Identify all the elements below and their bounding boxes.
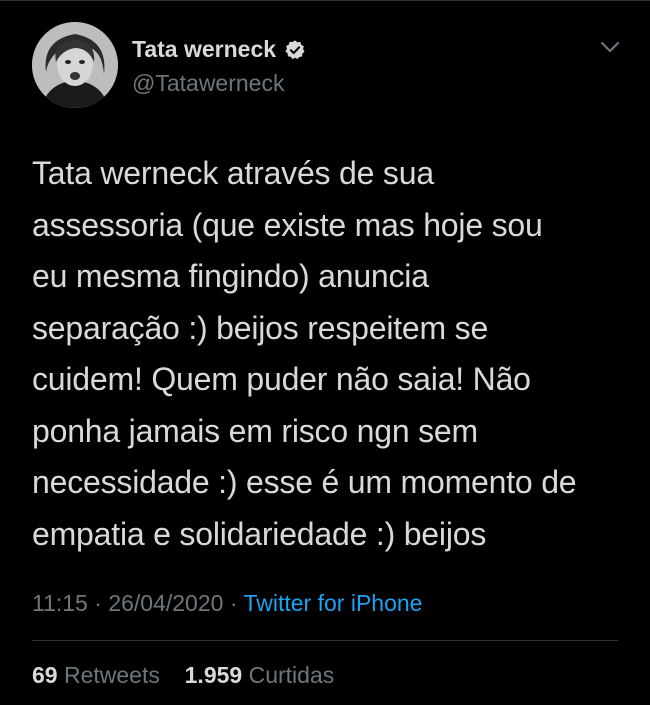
retweets-count: 69: [32, 662, 58, 688]
likes-count: 1.959: [184, 662, 243, 688]
tweet-source-link[interactable]: Twitter for iPhone: [243, 590, 422, 616]
meta-separator: ·: [229, 590, 238, 616]
tweet-text-line: eu mesma fingindo) anuncia: [32, 258, 429, 294]
tweet-text-line: cuidem! Quem puder não saia! Não: [32, 361, 531, 397]
tweet-date[interactable]: 26/04/2020: [108, 590, 223, 616]
tweet-stats: 69 Retweets 1.959 Curtidas: [32, 662, 334, 689]
avatar[interactable]: [32, 22, 118, 108]
tweet-text-line: necessidade :) esse é um momento de: [32, 464, 577, 500]
tweet-detail: Tata werneck @Tatawerneck Tata werneck a…: [0, 0, 650, 705]
avatar-photo-icon: [32, 22, 118, 108]
meta-separator: ·: [94, 590, 102, 616]
tweet-text-line: empatia e solidariedade :) beijos: [32, 515, 487, 552]
author-handle[interactable]: @Tatawerneck: [132, 70, 284, 97]
tweet-text: Tata werneck através de sua assessoria (…: [32, 148, 632, 560]
likes-label: Curtidas: [248, 662, 335, 688]
tweet-text-line: separação :) beijos respeitem se: [32, 309, 489, 346]
likes-stat[interactable]: 1.959 Curtidas: [185, 662, 335, 688]
divider: [32, 640, 618, 641]
retweets-label: Retweets: [63, 662, 160, 688]
verified-badge-icon: [284, 39, 306, 61]
author-name-row: Tata werneck: [132, 36, 306, 63]
tweet-metadata: 11:15 · 26/04/2020 · Twitter for iPhone: [32, 590, 422, 617]
tweet-text-line: assessoria (que existe mas hoje sou: [32, 206, 543, 243]
author-display-name[interactable]: Tata werneck: [132, 36, 276, 63]
tweet-text-line: ponha jamais em risco ngn sem: [32, 412, 478, 449]
tweet-text-line: Tata werneck através de sua: [32, 155, 434, 191]
retweets-stat[interactable]: 69 Retweets: [32, 662, 166, 688]
tweet-time[interactable]: 11:15: [32, 590, 88, 616]
chevron-down-icon[interactable]: [600, 40, 620, 54]
